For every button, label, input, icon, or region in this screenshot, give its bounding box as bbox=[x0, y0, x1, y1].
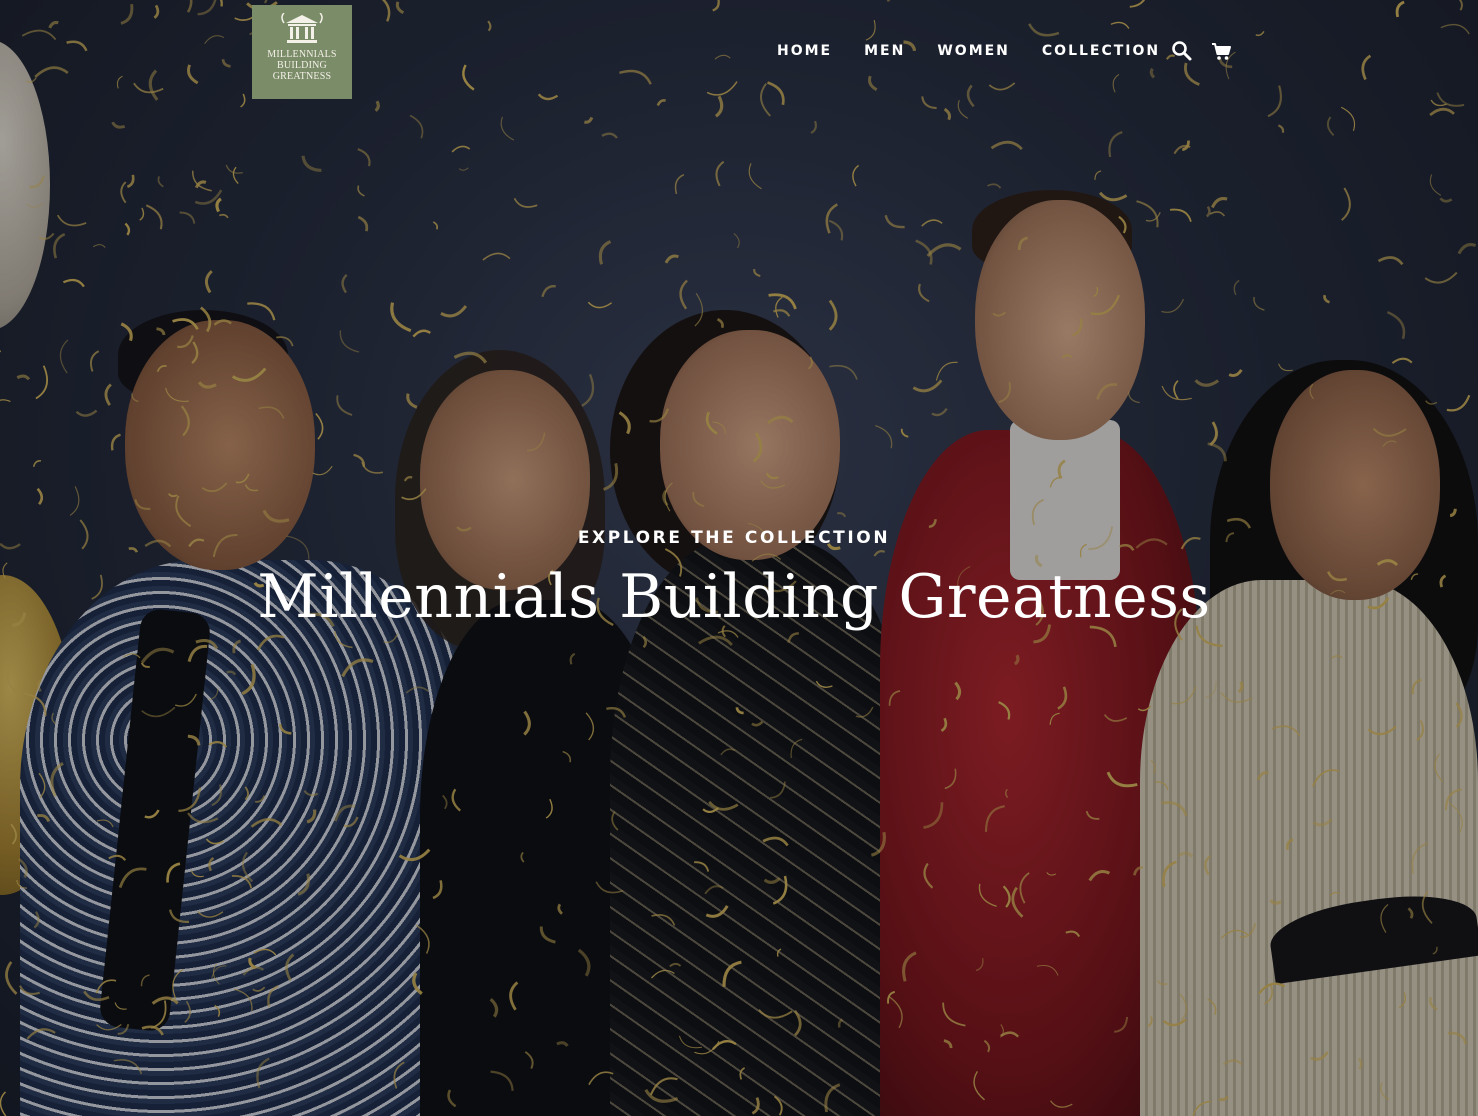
nav-item-home[interactable]: HOME bbox=[777, 43, 832, 59]
search-icon bbox=[1172, 41, 1192, 61]
hero-text-block: EXPLORE THE COLLECTION Millennials Build… bbox=[0, 528, 1478, 632]
building-icon bbox=[281, 13, 323, 43]
nav-item-collection[interactable]: COLLECTION bbox=[1042, 43, 1160, 59]
hero-banner: MILLENNIALS BUILDING GREATNESS HOME MEN … bbox=[0, 0, 1478, 1116]
logo-text: MILLENNIALS BUILDING GREATNESS bbox=[267, 49, 337, 82]
search-button[interactable] bbox=[1170, 39, 1194, 63]
cart-button[interactable] bbox=[1210, 39, 1234, 63]
nav-item-men[interactable]: MEN bbox=[864, 43, 905, 59]
hero-headline: Millennials Building Greatness bbox=[257, 562, 1211, 632]
nav-item-women[interactable]: WOMEN bbox=[937, 43, 1010, 59]
hero-eyebrow[interactable]: EXPLORE THE COLLECTION bbox=[0, 528, 1478, 548]
site-logo[interactable]: MILLENNIALS BUILDING GREATNESS bbox=[252, 5, 352, 99]
site-header: MILLENNIALS BUILDING GREATNESS HOME MEN … bbox=[0, 0, 1478, 110]
cart-icon bbox=[1212, 43, 1231, 60]
main-nav: HOME MEN WOMEN COLLECTION bbox=[777, 43, 1192, 59]
